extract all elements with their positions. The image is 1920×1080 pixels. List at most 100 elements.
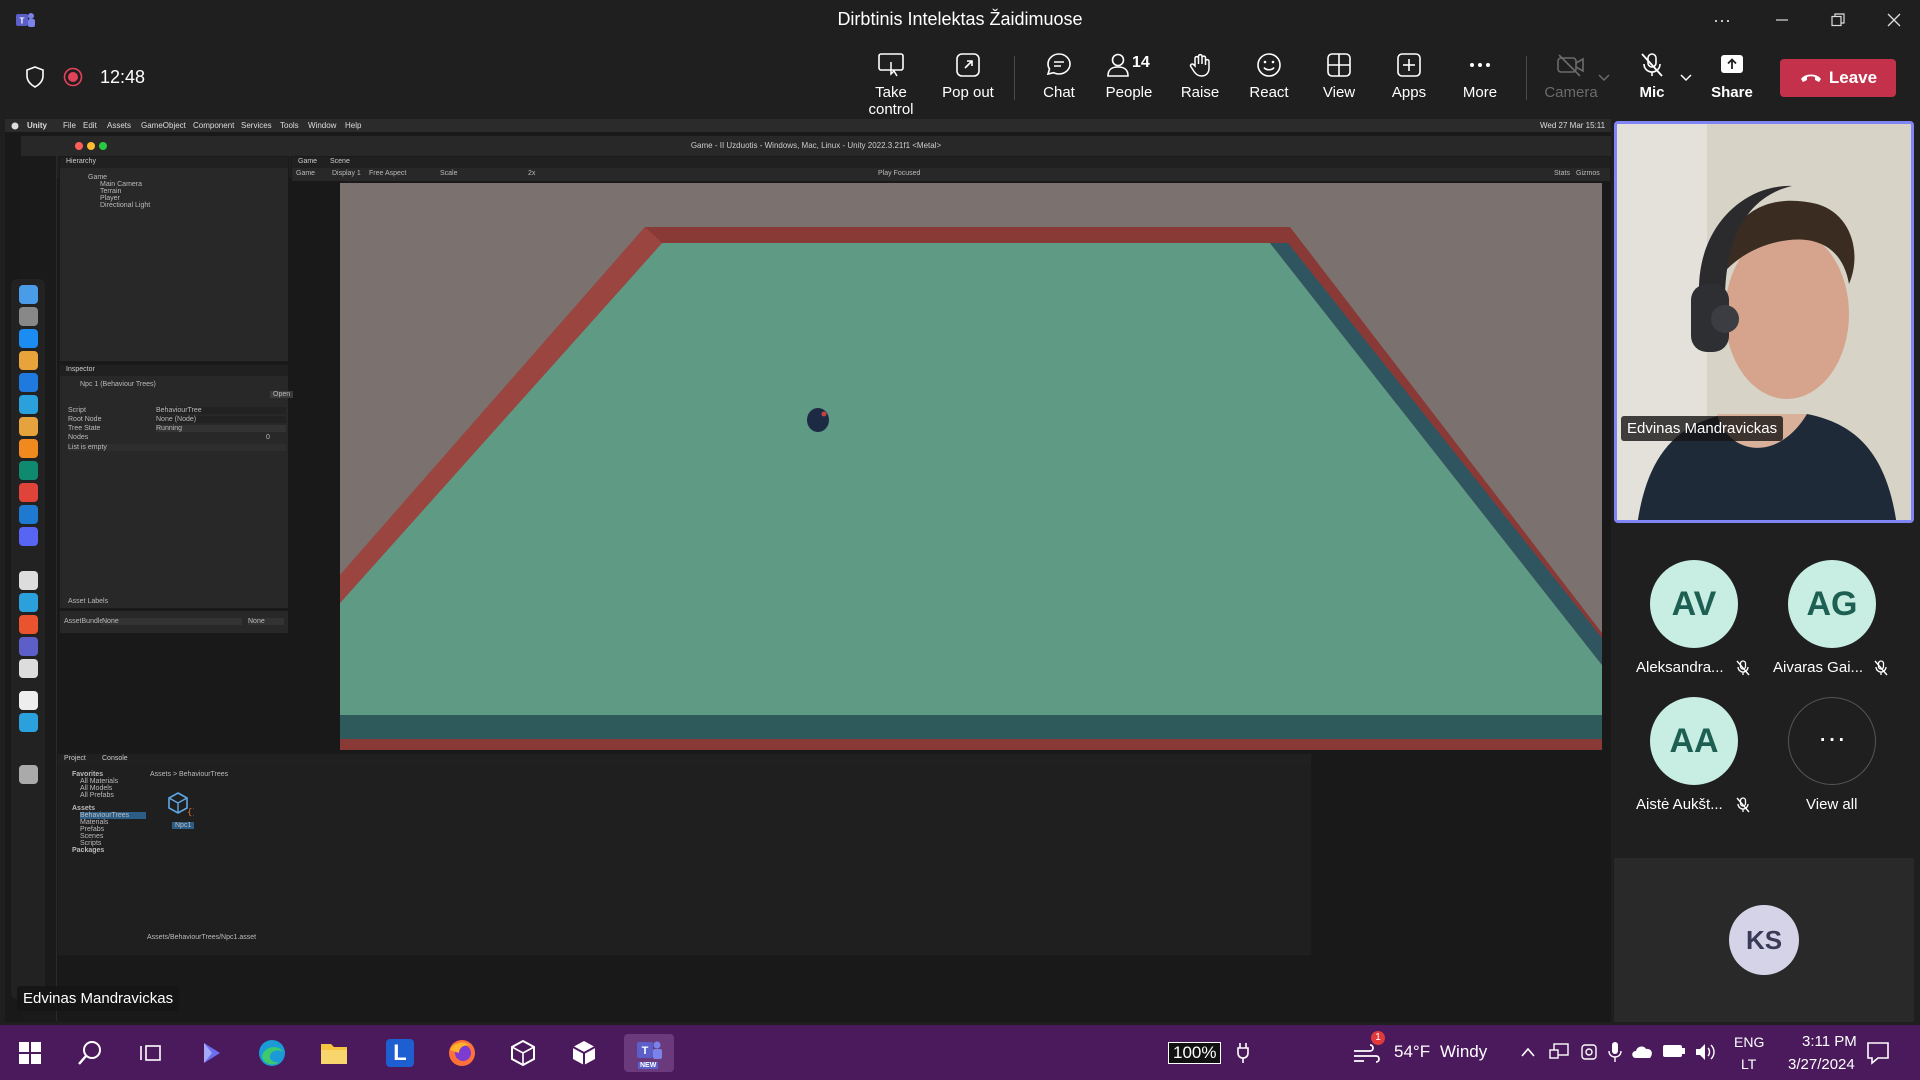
start-button[interactable] <box>8 1034 52 1072</box>
scriptable-object-icon[interactable]: {} <box>166 790 194 818</box>
pop-out-button[interactable]: Pop out <box>928 52 1008 112</box>
mac-close-icon[interactable] <box>75 142 83 150</box>
input-language[interactable]: ENG <box>1734 1034 1764 1050</box>
folder-icon[interactable] <box>19 713 38 732</box>
view-button[interactable]: View <box>1299 52 1379 112</box>
battery-indicator[interactable]: 100% <box>1168 1042 1222 1064</box>
keyboard-layout[interactable]: LT <box>1741 1056 1756 1072</box>
share-button[interactable]: Share <box>1692 52 1772 112</box>
microphone-icon[interactable] <box>1608 1041 1622 1063</box>
settings-icon[interactable] <box>19 307 38 326</box>
unity-button[interactable] <box>562 1034 606 1072</box>
firefox-icon[interactable] <box>19 615 38 634</box>
weather-description[interactable]: Windy <box>1440 1042 1487 1062</box>
tree-all-prefabs[interactable]: All Prefabs <box>80 792 114 799</box>
discord-icon[interactable] <box>19 527 38 546</box>
battery-icon[interactable] <box>1662 1044 1686 1058</box>
minimize-button[interactable] <box>1762 6 1802 34</box>
unity-icon[interactable] <box>19 659 38 678</box>
volume-icon[interactable] <box>1694 1042 1716 1062</box>
participant-tile[interactable]: KS <box>1614 858 1914 1022</box>
view-all-label[interactable]: View all <box>1806 796 1857 813</box>
camera-button[interactable]: Camera <box>1531 52 1611 112</box>
game-viewport[interactable] <box>340 183 1602 750</box>
inspector-tab[interactable]: Inspector <box>66 366 95 373</box>
stats-button[interactable]: Stats <box>1554 170 1570 177</box>
hierarchy-item-directional-light[interactable]: Directional Light <box>100 202 150 209</box>
breadcrumb-assets[interactable]: Assets <box>150 771 171 778</box>
terminal-icon[interactable] <box>19 549 38 568</box>
view-all-button[interactable]: ··· <box>1788 697 1876 785</box>
play-focused-dropdown[interactable]: Play Focused <box>878 170 920 177</box>
assetbundle-dropdown[interactable]: None <box>102 618 242 625</box>
field-root-node-value[interactable]: None (Node) <box>156 416 286 423</box>
more-options-button[interactable]: ··· <box>1702 6 1742 34</box>
vscode-icon[interactable] <box>19 505 38 524</box>
sublime-icon[interactable] <box>19 439 38 458</box>
copilot-button[interactable] <box>190 1034 234 1072</box>
file-explorer-button[interactable] <box>312 1034 356 1072</box>
tree-all-models[interactable]: All Models <box>80 785 112 792</box>
tree-scripts[interactable]: Scripts <box>80 840 101 847</box>
tab-scene[interactable]: Scene <box>330 158 350 165</box>
trash-icon[interactable] <box>19 765 38 784</box>
hierarchy-item-player[interactable]: Player <box>100 195 120 202</box>
react-button[interactable]: React <box>1229 52 1309 112</box>
tree-assets[interactable]: Assets <box>72 805 95 812</box>
tree-all-materials[interactable]: All Materials <box>80 778 118 785</box>
unity-hub-icon[interactable] <box>19 571 38 590</box>
network-icon[interactable] <box>1548 1042 1570 1062</box>
firefox-button[interactable] <box>440 1034 484 1072</box>
document-icon[interactable] <box>19 691 38 710</box>
gizmos-button[interactable]: Gizmos <box>1576 170 1600 177</box>
clock-time[interactable]: 3:11 PM <box>1802 1033 1857 1050</box>
display-dropdown[interactable]: Display 1 <box>332 170 361 177</box>
restore-button[interactable] <box>1818 6 1858 34</box>
photos-icon[interactable] <box>19 351 38 370</box>
tree-packages[interactable]: Packages <box>72 847 104 854</box>
inspector-open-button[interactable]: Open <box>270 391 294 398</box>
raise-hand-button[interactable]: Raise <box>1160 52 1240 112</box>
tree-behaviourtrees[interactable]: BehaviourTrees <box>80 812 146 819</box>
tree-prefabs[interactable]: Prefabs <box>80 826 104 833</box>
hierarchy-item-terrain[interactable]: Terrain <box>100 188 121 195</box>
hierarchy-tab[interactable]: Hierarchy <box>66 158 96 165</box>
task-view-button[interactable] <box>128 1034 172 1072</box>
game-mode-dropdown[interactable]: Game <box>296 170 315 177</box>
tab-console[interactable]: Console <box>102 755 128 762</box>
mac-zoom-icon[interactable] <box>99 142 107 150</box>
telegram-icon[interactable] <box>19 395 38 414</box>
clock-date[interactable]: 3/27/2024 <box>1788 1056 1855 1073</box>
people-button[interactable]: 14 People <box>1089 52 1169 112</box>
notifications-icon[interactable] <box>1866 1041 1890 1065</box>
slack-icon[interactable] <box>19 483 38 502</box>
apps-button[interactable]: Apps <box>1369 52 1449 112</box>
leave-button[interactable]: Leave <box>1780 59 1896 97</box>
unity-hub-button[interactable] <box>501 1034 545 1072</box>
edge-button[interactable] <box>250 1034 294 1072</box>
close-button[interactable] <box>1874 6 1914 34</box>
breadcrumb-behaviourtrees[interactable]: BehaviourTrees <box>179 771 228 778</box>
tree-materials[interactable]: Materials <box>80 819 108 826</box>
mic-options-chevron-icon[interactable] <box>1680 74 1692 82</box>
aspect-dropdown[interactable]: Free Aspect <box>369 170 406 177</box>
app-store-icon[interactable] <box>19 329 38 348</box>
tree-favorites[interactable]: Favorites <box>72 771 103 778</box>
field-script-value[interactable]: BehaviourTree <box>156 407 286 414</box>
chat-button[interactable]: Chat <box>1019 52 1099 112</box>
tree-scenes[interactable]: Scenes <box>80 833 103 840</box>
mic-button[interactable]: Mic <box>1612 52 1692 112</box>
l-app-button[interactable]: L <box>378 1034 422 1072</box>
more-button[interactable]: More <box>1440 52 1520 112</box>
chevron-up-icon[interactable] <box>1520 1046 1536 1058</box>
tab-project[interactable]: Project <box>64 755 86 762</box>
take-control-button[interactable]: Take control <box>851 52 931 118</box>
asset-npc1[interactable]: Npc1 <box>172 822 195 829</box>
mac-minimize-icon[interactable] <box>87 142 95 150</box>
safari-icon[interactable] <box>19 593 38 612</box>
chrome-icon[interactable] <box>19 417 38 436</box>
camera-options-chevron-icon[interactable] <box>1598 74 1610 82</box>
assetbundle-variant-dropdown[interactable]: None <box>248 618 284 625</box>
search-button[interactable] <box>68 1034 112 1072</box>
finder-icon[interactable] <box>19 285 38 304</box>
